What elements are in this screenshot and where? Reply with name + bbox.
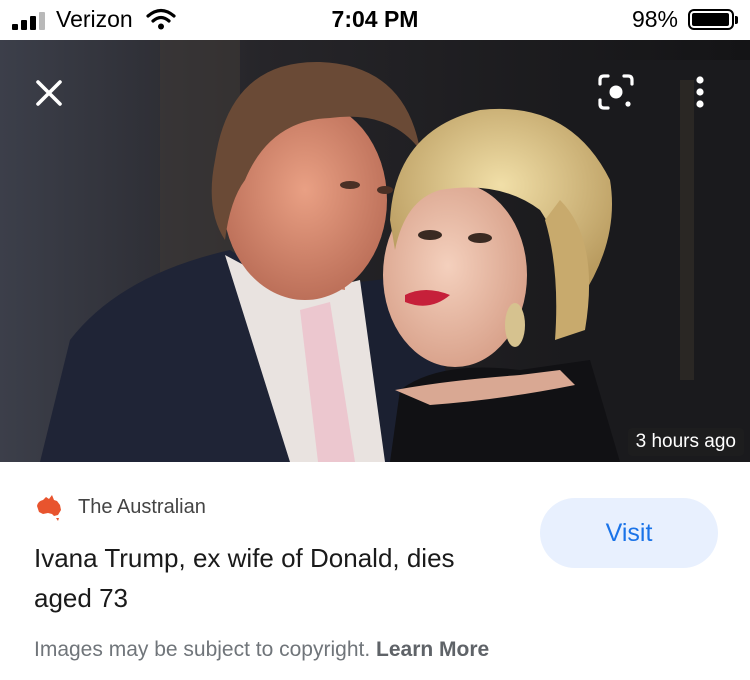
google-lens-icon [598, 74, 634, 110]
timestamp-badge: 3 hours ago [627, 428, 744, 456]
close-button[interactable] [30, 74, 68, 112]
more-options-button[interactable] [684, 70, 716, 114]
learn-more-link[interactable]: Learn More [376, 638, 489, 661]
result-info-panel: The Australian Ivana Trump, ex wife of D… [0, 462, 750, 680]
visit-button[interactable]: Visit [540, 498, 718, 568]
source-name: The Australian [78, 496, 206, 518]
battery-icon [688, 9, 738, 30]
result-headline[interactable]: Ivana Trump, ex wife of Donald, dies age… [34, 538, 504, 618]
more-vertical-icon [696, 76, 704, 108]
copyright-text: Images may be subject to copyright. [34, 638, 371, 661]
australia-map-icon [37, 495, 61, 521]
battery-percent: 98% [631, 6, 678, 32]
close-icon [36, 80, 62, 106]
google-lens-button[interactable] [594, 70, 638, 114]
image-viewer[interactable]: 3 hours ago [0, 40, 750, 462]
status-bar: Verizon 7:04 PM 98% [0, 0, 750, 40]
copyright-notice: Images may be subject to copyright. Lear… [34, 638, 489, 662]
